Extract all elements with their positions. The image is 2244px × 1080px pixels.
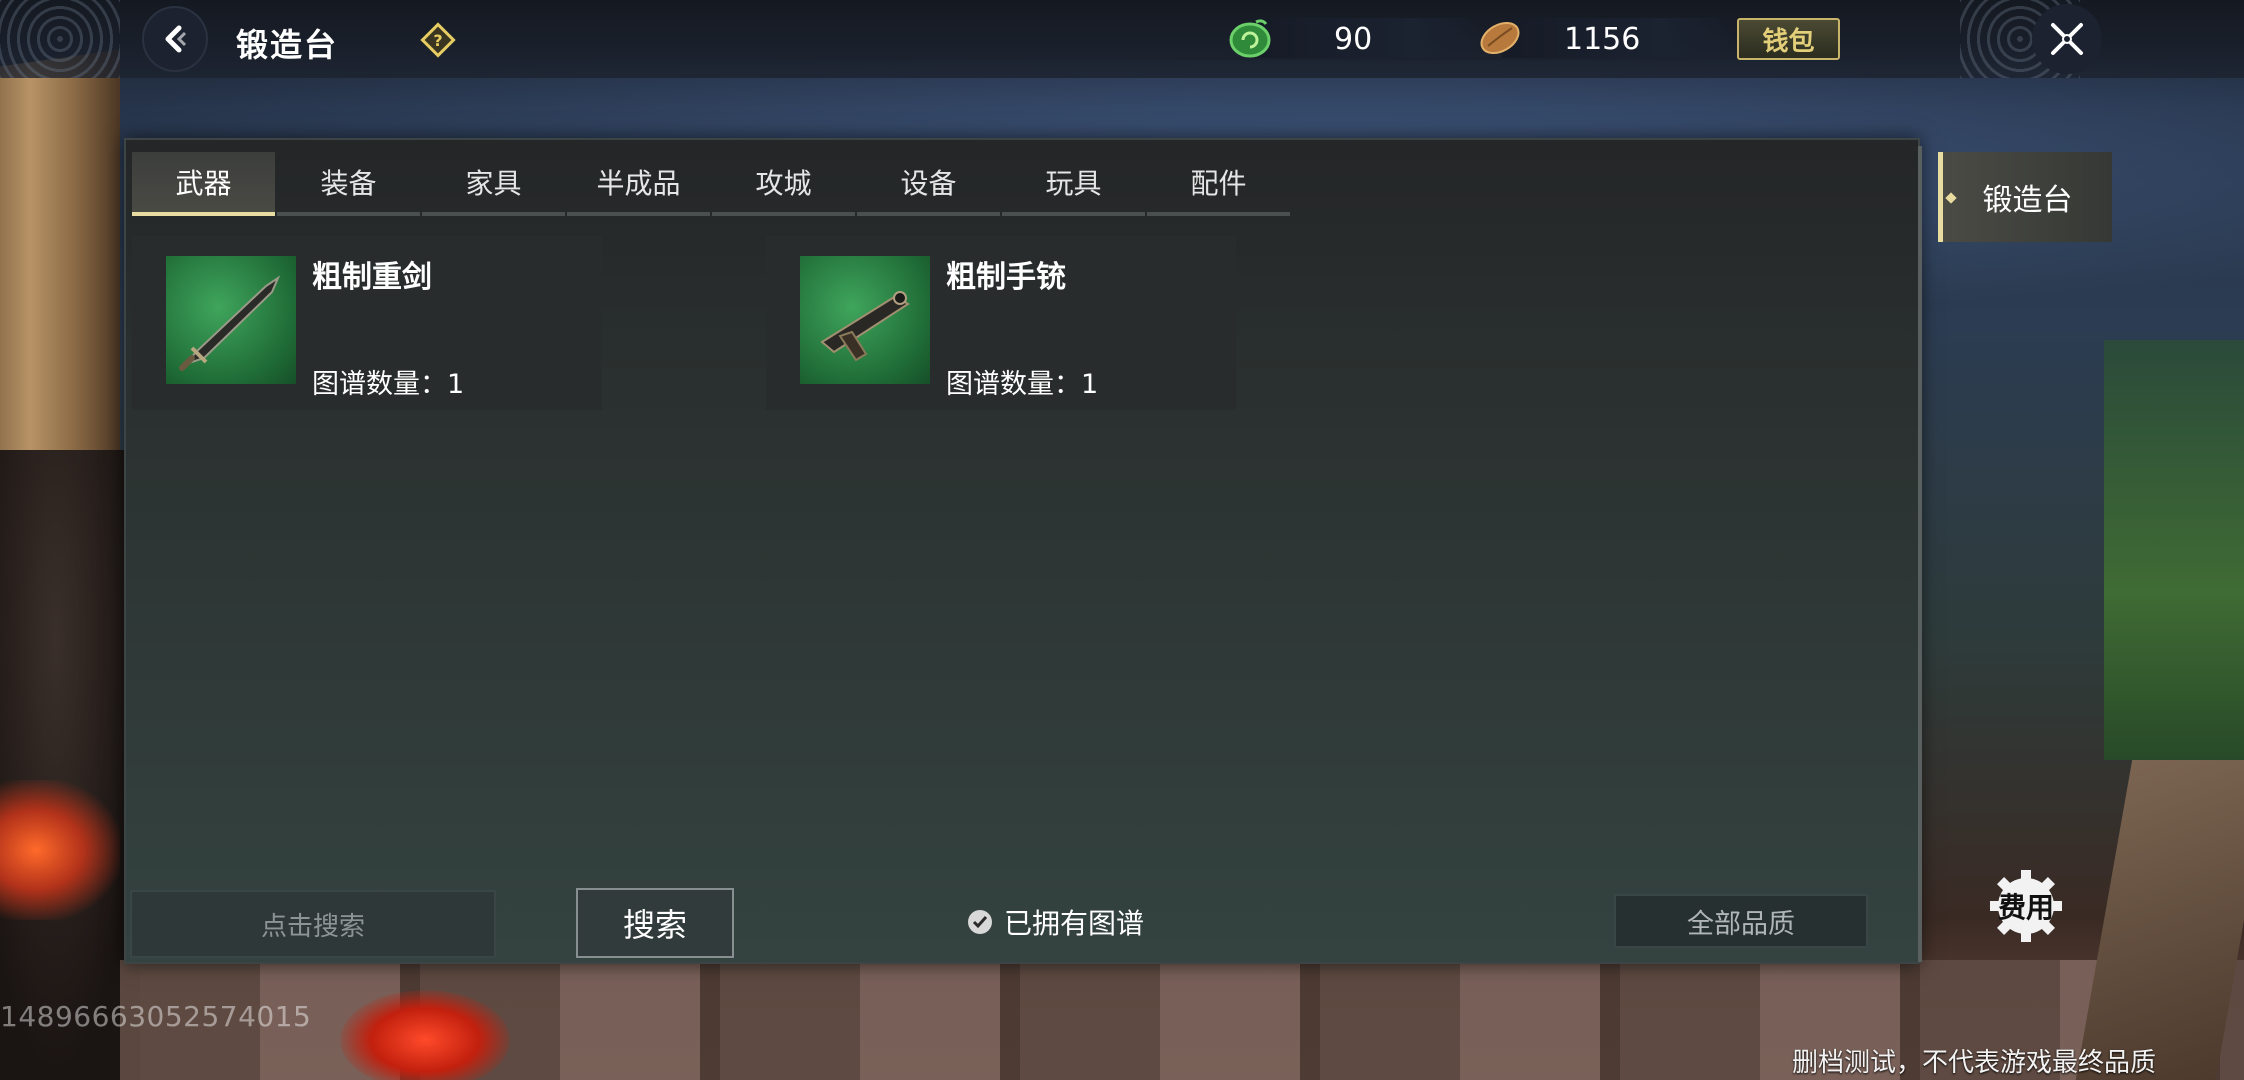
ornament-left	[0, 0, 120, 78]
tab-weapons[interactable]: 武器	[132, 152, 275, 216]
owned-blueprints-toggle[interactable]: 已拥有图谱	[966, 902, 1144, 942]
quality-filter-select[interactable]: 全部品质	[1614, 894, 1868, 948]
hand-cannon-thumbnail	[800, 256, 930, 384]
item-card-hand-cannon[interactable]: 粗制手铳 图谱数量：1	[766, 236, 1236, 410]
bottom-toolbar: 点击搜索 搜索 已拥有图谱 全部品质	[126, 888, 1902, 958]
tab-devices[interactable]: 设备	[857, 152, 1000, 216]
item-name: 粗制重剑	[312, 260, 432, 295]
currency-secondary: 1156	[1476, 14, 1732, 62]
tab-toys[interactable]: 玩具	[1002, 152, 1145, 216]
heavy-sword-icon	[179, 275, 281, 371]
count-value: 1	[1081, 369, 1099, 400]
page-title: 锻造台	[236, 26, 339, 64]
green-spiral-icon	[1229, 19, 1271, 58]
currency-secondary-value: 1156	[1564, 22, 1641, 57]
crafting-panel: 武器 装备 家具 半成品 攻城 设备 玩具 配件 粗制重剑 图谱数量：1 粗制手…	[124, 138, 1920, 964]
armor-glow	[0, 780, 120, 920]
fee-button[interactable]: 费用	[1988, 868, 2064, 944]
close-button[interactable]	[2032, 4, 2102, 74]
forge-ember	[340, 990, 510, 1080]
side-panel: 锻造台 费用	[1922, 138, 2120, 964]
test-disclaimer: 删档测试，不代表游戏最终品质	[1791, 1048, 2156, 1078]
selected-marker	[1945, 192, 1957, 204]
fee-label: 费用	[1997, 891, 2054, 924]
back-button[interactable]	[142, 6, 208, 72]
back-arrow-icon	[165, 25, 187, 53]
search-button[interactable]: 搜索	[576, 888, 734, 958]
player-uid: 1489666305257401​5	[0, 1000, 312, 1033]
grass-terrain	[2104, 340, 2244, 760]
wallet-button[interactable]: 钱包	[1737, 18, 1840, 60]
side-tab-label: 锻造台	[1982, 183, 2073, 218]
checkmark-icon	[968, 910, 992, 934]
hand-cannon-icon	[820, 291, 910, 362]
search-input[interactable]: 点击搜索	[130, 890, 496, 958]
count-label: 图谱数量：	[946, 369, 1081, 400]
seed-icon	[1480, 21, 1520, 55]
help-icon[interactable]: ?	[420, 22, 456, 58]
tab-equipment[interactable]: 装备	[277, 152, 420, 216]
svg-text:?: ?	[433, 31, 442, 50]
tab-semi-finished[interactable]: 半成品	[567, 152, 710, 216]
item-name: 粗制手铳	[946, 260, 1066, 295]
side-tab-forge[interactable]: 锻造台	[1938, 152, 2112, 242]
close-icon	[2051, 23, 2083, 55]
item-count: 图谱数量：1	[946, 362, 1098, 401]
item-card-heavy-sword[interactable]: 粗制重剑 图谱数量：1	[132, 236, 602, 410]
character-armor	[0, 450, 140, 1080]
item-count: 图谱数量：1	[312, 362, 464, 401]
category-tabs: 武器 装备 家具 半成品 攻城 设备 玩具 配件	[132, 152, 1292, 216]
tab-accessories[interactable]: 配件	[1147, 152, 1290, 216]
currency-primary: 90	[1226, 14, 1482, 62]
heavy-sword-thumbnail	[166, 256, 296, 384]
currency-primary-value: 90	[1334, 22, 1373, 57]
owned-blueprints-label: 已拥有图谱	[1004, 907, 1145, 940]
tab-siege[interactable]: 攻城	[712, 152, 855, 216]
count-label: 图谱数量：	[312, 369, 447, 400]
count-value: 1	[447, 369, 465, 400]
tab-furniture[interactable]: 家具	[422, 152, 565, 216]
